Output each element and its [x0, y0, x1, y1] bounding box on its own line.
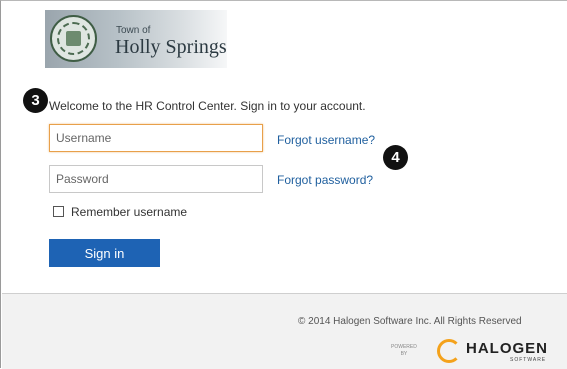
halogen-brand-sub: SOFTWARE [510, 357, 547, 363]
sign-in-button[interactable]: Sign in [49, 239, 160, 267]
step-4-callout: 4 [383, 145, 408, 170]
town-seal-icon [50, 15, 97, 62]
password-input[interactable] [49, 165, 263, 193]
forgot-username-link[interactable]: Forgot username? [277, 133, 375, 147]
powered-by-label: POWERED BY [391, 344, 417, 358]
copyright-text: © 2014 Halogen Software Inc. All Rights … [298, 316, 522, 327]
footer [2, 293, 567, 369]
remember-username-label[interactable]: Remember username [71, 205, 187, 219]
login-page: Town of Holly Springs 3 Welcome to the H… [0, 0, 567, 369]
username-input[interactable] [49, 124, 263, 152]
town-name: Holly Springs [115, 36, 227, 58]
powered-by-line2: BY [400, 351, 408, 357]
halogen-logo-icon [437, 339, 461, 363]
town-logo-banner: Town of Holly Springs [45, 10, 227, 68]
remember-username-checkbox[interactable] [53, 206, 64, 217]
forgot-password-link[interactable]: Forgot password? [277, 173, 373, 187]
welcome-message: Welcome to the HR Control Center. Sign i… [49, 99, 366, 113]
halogen-brand: HALOGEN [466, 340, 548, 357]
step-3-callout: 3 [23, 88, 48, 113]
powered-by-line1: POWERED [391, 344, 417, 350]
town-of-label: Town of [116, 25, 151, 36]
